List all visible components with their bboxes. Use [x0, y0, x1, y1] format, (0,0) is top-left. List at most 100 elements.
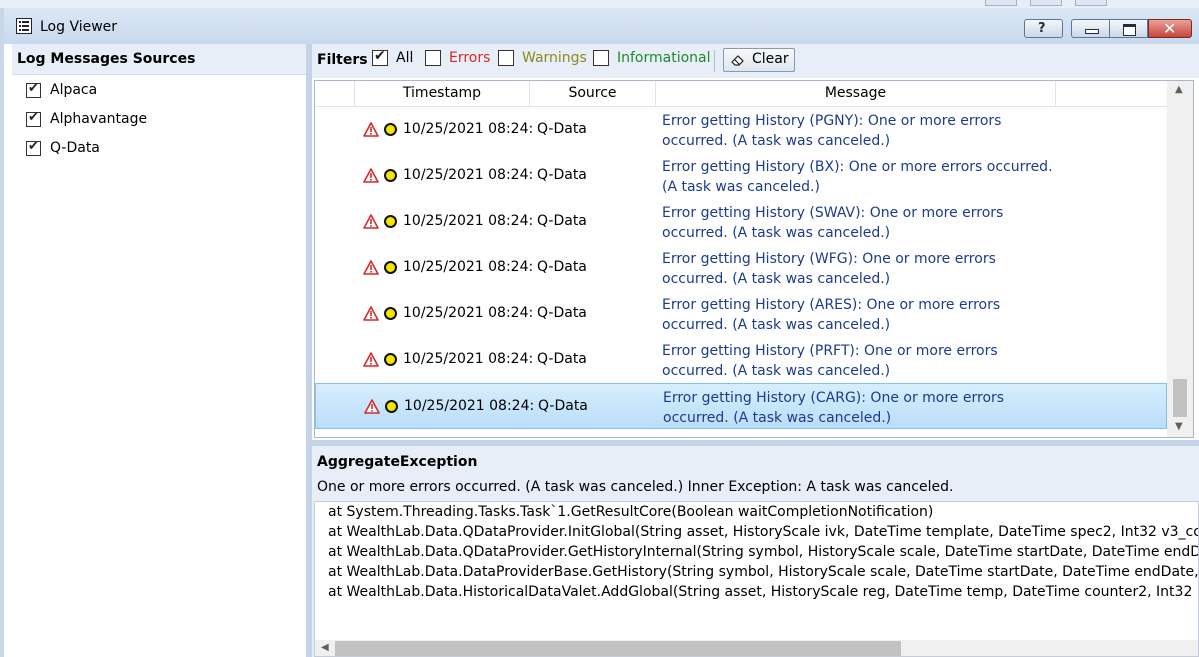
status-circle-icon — [385, 400, 398, 413]
row-timestamp: 10/25/2021 08:24: — [403, 259, 534, 275]
table-row[interactable]: 10/25/2021 08:24: Q-Data Error getting His… — [315, 199, 1167, 245]
row-source: Q-Data — [537, 351, 587, 367]
scroll-thumb[interactable] — [1173, 379, 1187, 417]
table-row[interactable]: 10/25/2021 08:24: Q-Data Error getting His… — [315, 245, 1167, 291]
table-row[interactable]: 10/25/2021 08:24: Q-Data Error getting His… — [315, 153, 1167, 199]
maximize-icon — [1123, 24, 1136, 36]
row-source: Q-Data — [537, 213, 587, 229]
warning-icon — [363, 214, 379, 229]
status-circle-icon — [384, 307, 397, 320]
row-message: Error getting History (PGNY): One or mor… — [662, 113, 1002, 149]
row-timestamp: 10/25/2021 08:24: — [403, 167, 534, 183]
background-button — [1030, 0, 1062, 6]
row-timestamp: 10/25/2021 08:24: — [403, 213, 534, 229]
filter-all-checkbox[interactable] — [372, 48, 388, 66]
status-circle-icon — [384, 261, 397, 274]
filter-separator — [714, 50, 715, 72]
minimize-button[interactable] — [1071, 19, 1109, 38]
background-window-edge — [0, 8, 4, 657]
filter-informational-label: Informational — [617, 50, 711, 66]
status-circle-icon — [384, 123, 397, 136]
table-row[interactable]: 10/25/2021 08:24: Q-Data Error getting His… — [315, 107, 1167, 153]
row-message: Error getting History (WFG): One or more… — [662, 251, 996, 287]
row-timestamp: 10/25/2021 08:24: — [403, 351, 534, 367]
exception-message: One or more errors occurred. (A task was… — [317, 479, 954, 495]
filter-warnings-checkbox[interactable] — [498, 50, 514, 66]
row-message: Error getting History (ARES): One or mor… — [662, 297, 1001, 333]
row-source: Q-Data — [537, 121, 587, 137]
exception-title: AggregateException — [317, 454, 478, 470]
stack-trace-line: at WealthLab.Data.HistoricalDataValet.Ad… — [328, 584, 1199, 600]
row-message: Error getting History (SWAV): One or mor… — [662, 205, 1004, 241]
warning-icon — [363, 122, 379, 137]
source-checkbox[interactable] — [26, 81, 41, 98]
warning-icon — [363, 306, 379, 321]
status-circle-icon — [384, 353, 397, 366]
scroll-up-icon[interactable]: ▲ — [1175, 84, 1183, 95]
source-label: Alphavantage — [50, 111, 148, 127]
filter-errors-label: Errors — [449, 50, 491, 66]
row-timestamp: 10/25/2021 08:24: — [403, 305, 534, 321]
maximize-button[interactable] — [1109, 19, 1148, 38]
status-circle-icon — [384, 169, 397, 182]
background-window-strip — [0, 0, 1199, 8]
table-row[interactable]: 10/25/2021 08:24: Q-Data Error getting His… — [315, 291, 1167, 337]
row-source: Q-Data — [537, 167, 587, 183]
warning-icon — [363, 352, 379, 367]
row-message: Error getting History (PRFT): One or mor… — [662, 343, 998, 379]
close-icon: ✕ — [1163, 19, 1177, 38]
title-bar[interactable]: Log Viewer ? ✕ — [4, 8, 1199, 44]
source-label: Alpaca — [50, 82, 98, 98]
status-circle-icon — [384, 215, 397, 228]
filter-all-label: All — [396, 50, 414, 66]
source-checkbox[interactable] — [26, 139, 41, 156]
source-checkbox[interactable] — [26, 110, 41, 127]
clear-label: Clear — [752, 51, 789, 67]
filter-informational-checkbox[interactable] — [593, 50, 609, 66]
row-message: Error getting History (CARG): One or mor… — [663, 390, 1005, 426]
log-grid: Timestamp Source Message 10/25/2021 08:2… — [314, 80, 1194, 438]
row-message: Error getting History (BX): One or more … — [662, 159, 1053, 195]
stack-trace-line: at WealthLab.Data.QDataProvider.InitGlob… — [328, 524, 1199, 540]
minimize-icon — [1085, 29, 1099, 34]
log-viewer-icon — [16, 18, 32, 34]
log-sources-title: Log Messages Sources — [17, 51, 196, 67]
scroll-down-icon[interactable]: ▼ — [1175, 421, 1183, 432]
background-button — [985, 0, 1017, 6]
filters-label: Filters — [317, 52, 368, 68]
row-source: Q-Data — [537, 259, 587, 275]
clear-button[interactable]: Clear — [723, 48, 795, 72]
window-title: Log Viewer — [40, 19, 118, 35]
warning-icon — [363, 168, 379, 183]
scroll-left-icon[interactable]: ◀ — [321, 642, 329, 653]
warning-icon — [364, 399, 380, 414]
column-header-icons[interactable] — [315, 81, 355, 106]
close-button[interactable]: ✕ — [1148, 19, 1192, 38]
stack-trace-line: at WealthLab.Data.QDataProvider.GetHisto… — [328, 544, 1199, 560]
source-label: Q-Data — [50, 140, 100, 156]
column-header-source[interactable]: Source — [530, 81, 656, 106]
grid-header: Timestamp Source Message — [315, 81, 1167, 107]
stack-horizontal-scrollbar[interactable]: ◀ — [315, 640, 1198, 656]
column-header-timestamp[interactable]: Timestamp — [355, 81, 530, 106]
background-button — [1075, 0, 1107, 6]
column-header-message[interactable]: Message — [656, 81, 1056, 106]
row-timestamp: 10/25/2021 08:24: — [403, 121, 534, 137]
help-icon: ? — [1038, 21, 1046, 36]
stack-trace-line: at WealthLab.Data.DataProviderBase.GetHi… — [328, 564, 1199, 580]
filter-errors-checkbox[interactable] — [425, 50, 441, 66]
filter-bar: Filters All Errors Warnings Informationa… — [312, 44, 1199, 78]
stack-trace-line: at System.Threading.Tasks.Task`1.GetResu… — [328, 504, 934, 520]
stack-trace-box[interactable]: at System.Threading.Tasks.Task`1.GetResu… — [314, 501, 1199, 657]
scroll-thumb[interactable] — [335, 641, 901, 656]
row-source: Q-Data — [537, 305, 587, 321]
filter-warnings-label: Warnings — [522, 50, 587, 66]
table-row[interactable]: 10/25/2021 08:24: Q-Data Error getting His… — [315, 383, 1167, 429]
table-row[interactable]: 10/25/2021 08:24: Q-Data Error getting His… — [315, 337, 1167, 383]
help-button[interactable]: ? — [1024, 19, 1063, 38]
eraser-icon — [731, 55, 744, 66]
warning-icon — [363, 260, 379, 275]
grid-vertical-scrollbar[interactable]: ▲ ▼ — [1167, 81, 1193, 437]
row-source: Q-Data — [538, 398, 588, 414]
log-sources-panel: Log Messages Sources Alpaca Alphavantage… — [12, 44, 306, 657]
